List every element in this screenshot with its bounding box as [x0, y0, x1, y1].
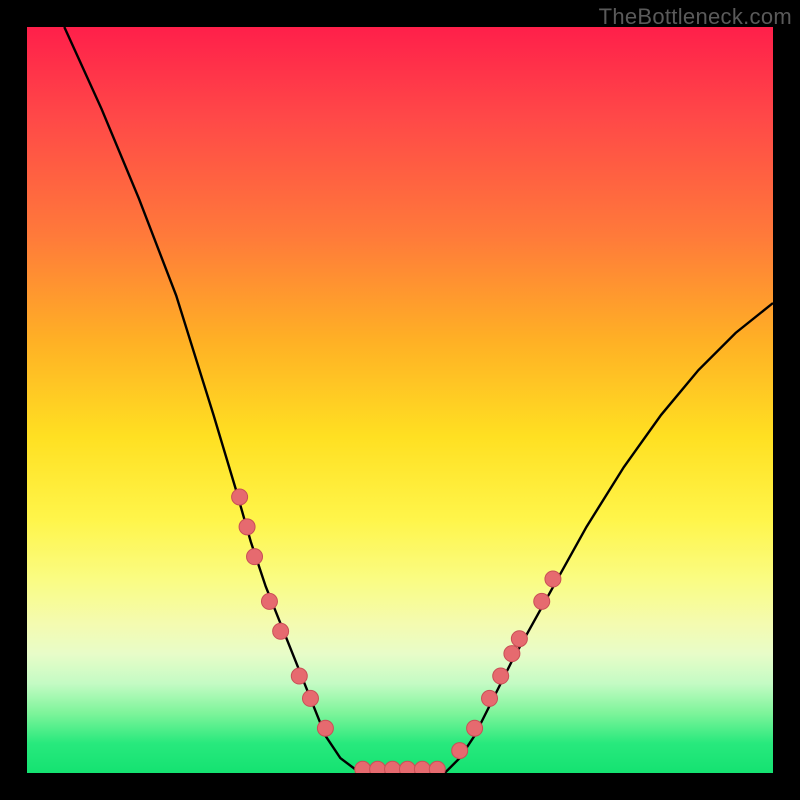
data-point — [291, 668, 307, 684]
data-point — [511, 631, 527, 647]
data-point — [247, 549, 263, 565]
data-point — [545, 571, 561, 587]
data-point — [493, 668, 509, 684]
data-points-group — [232, 489, 561, 773]
data-point — [232, 489, 248, 505]
bottleneck-curve-path — [64, 27, 773, 773]
data-point — [385, 761, 401, 773]
data-point — [261, 593, 277, 609]
data-point — [504, 646, 520, 662]
data-point — [452, 743, 468, 759]
plot-area — [27, 27, 773, 773]
data-point — [414, 761, 430, 773]
data-point — [399, 761, 415, 773]
data-point — [467, 720, 483, 736]
data-point — [273, 623, 289, 639]
data-point — [239, 519, 255, 535]
data-point — [355, 761, 371, 773]
data-point — [534, 593, 550, 609]
data-point — [482, 690, 498, 706]
bottleneck-curve-svg — [27, 27, 773, 773]
data-point — [370, 761, 386, 773]
data-point — [302, 690, 318, 706]
data-point — [429, 761, 445, 773]
chart-frame: TheBottleneck.com — [0, 0, 800, 800]
data-point — [317, 720, 333, 736]
